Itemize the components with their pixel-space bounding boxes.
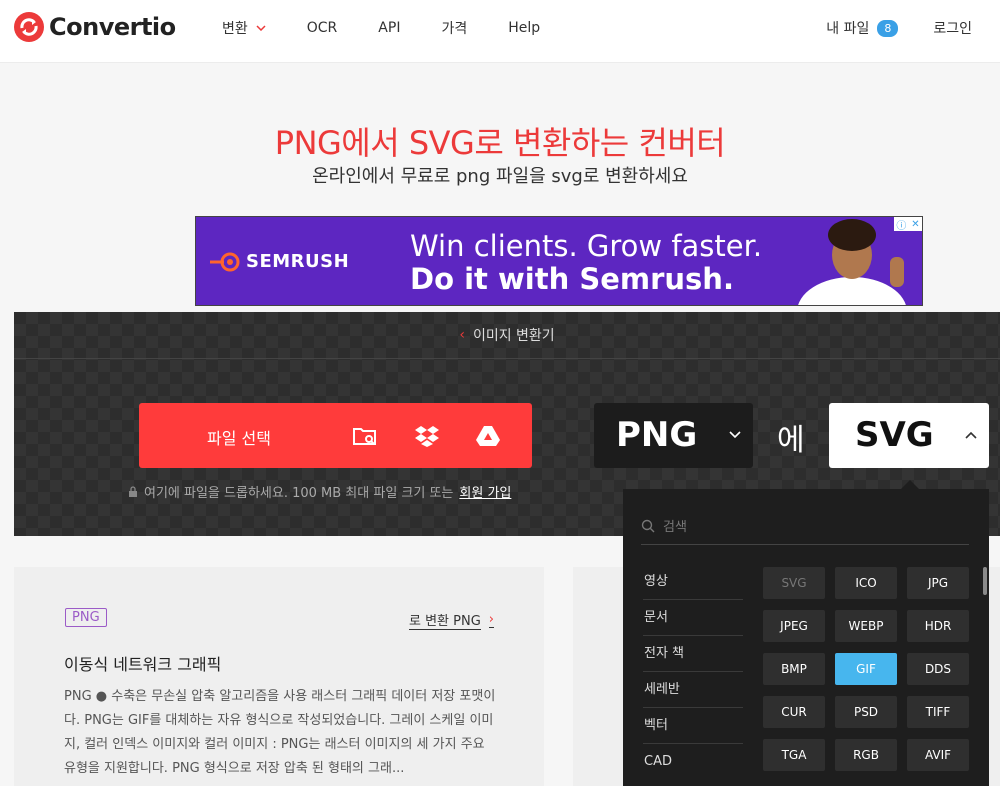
top-header: Convertio 변환 OCR API 가격 Help 내 파일 8 로그인 xyxy=(0,0,1000,63)
ad-headline: Win clients. Grow faster. xyxy=(410,229,763,263)
nav-pricing[interactable]: 가격 xyxy=(441,18,467,38)
chevron-up-icon xyxy=(965,431,977,439)
format-option[interactable]: AVIF xyxy=(907,739,969,771)
nav-api[interactable]: API xyxy=(378,20,400,36)
search-icon xyxy=(641,519,655,532)
breadcrumb[interactable]: ‹ 이미지 변환기 xyxy=(14,312,1000,359)
target-format-select[interactable]: SVG xyxy=(829,403,989,468)
category-item[interactable]: 영상 xyxy=(643,564,743,600)
lock-icon xyxy=(129,486,137,497)
ad-close-button[interactable]: ⓘ ✕ xyxy=(894,217,922,232)
format-option[interactable]: DDS xyxy=(907,653,969,685)
my-files-link[interactable]: 내 파일 8 xyxy=(826,18,899,38)
convert-to-label: 로 변환 PNG xyxy=(409,610,481,630)
dropdown-scrollbar[interactable] xyxy=(983,567,987,595)
brand-name: Convertio xyxy=(49,13,176,41)
target-format-value: SVG xyxy=(855,415,934,455)
category-item[interactable]: CAD xyxy=(643,744,743,780)
chevron-down-icon xyxy=(256,25,266,31)
folder-search-icon[interactable] xyxy=(351,422,379,450)
format-option[interactable]: JPG xyxy=(907,567,969,599)
category-item[interactable]: 벡터 xyxy=(643,708,743,744)
nav-convert-label: 변환 xyxy=(222,21,248,37)
chevron-down-icon xyxy=(729,431,741,439)
format-option[interactable]: ICO xyxy=(835,567,897,599)
ad-tagline: Do it with Semrush. xyxy=(410,262,734,296)
dropbox-icon[interactable] xyxy=(413,422,441,450)
format-option[interactable]: TGA xyxy=(763,739,825,771)
format-dropdown: 검색 영상 문서 전자 책 세레반 벡터 CAD SVG ICO JPG JPE… xyxy=(623,489,989,786)
format-option-selected[interactable]: GIF xyxy=(835,653,897,685)
format-option[interactable]: PSD xyxy=(835,696,897,728)
close-icon: ✕ xyxy=(911,218,920,230)
dropdown-caret xyxy=(901,480,919,489)
ad-brand-name: SEMRUSH xyxy=(246,251,350,272)
ad-brand: SEMRUSH xyxy=(210,251,349,272)
format-option[interactable]: BMP xyxy=(763,653,825,685)
nav-help[interactable]: Help xyxy=(508,20,540,36)
semrush-logo-icon xyxy=(210,252,240,271)
to-connector: 에 xyxy=(777,423,805,458)
page-subtitle: 온라인에서 무료로 png 파일을 svg로 변환하세요 xyxy=(312,166,688,187)
main-nav: 변환 OCR API 가격 Help xyxy=(222,0,581,56)
source-format-value: PNG xyxy=(616,415,698,455)
format-description: PNG ● 수축은 무손실 압축 알고리즘을 사용 래스터 그래픽 데이터 저장… xyxy=(64,689,496,776)
choose-file-label: 파일 선택 xyxy=(207,429,271,448)
format-option[interactable]: JPEG xyxy=(763,610,825,642)
format-option[interactable]: HDR xyxy=(907,610,969,642)
drop-hint: 여기에 파일을 드롭하세요. 100 MB 최대 파일 크기 또는 회원 가입 xyxy=(128,482,511,501)
convert-to-link[interactable]: 로 변환 PNG › xyxy=(409,610,494,630)
signup-link[interactable]: 회원 가입 xyxy=(459,482,511,501)
nav-convert[interactable]: 변환 xyxy=(222,18,266,38)
search-placeholder: 검색 xyxy=(663,520,687,535)
format-option[interactable]: CUR xyxy=(763,696,825,728)
chevron-right-icon: › xyxy=(488,612,494,628)
category-item[interactable]: 문서 xyxy=(643,600,743,636)
breadcrumb-label: 이미지 변환기 xyxy=(472,328,555,344)
format-title: 이동식 네트워크 그래픽 xyxy=(64,655,222,674)
file-count-badge: 8 xyxy=(877,19,899,37)
format-option[interactable]: RGB xyxy=(835,739,897,771)
format-tag: PNG xyxy=(65,608,107,627)
nav-ocr[interactable]: OCR xyxy=(307,20,338,36)
format-option[interactable]: WEBP xyxy=(835,610,897,642)
brand-logo[interactable]: Convertio xyxy=(13,11,176,43)
format-option: SVG xyxy=(763,567,825,599)
chevron-left-icon: ‹ xyxy=(459,327,465,343)
login-link[interactable]: 로그인 xyxy=(933,18,972,38)
page-title: PNG에서 SVG로 변환하는 컨버터 xyxy=(274,124,726,162)
user-nav: 내 파일 8 로그인 xyxy=(826,0,972,56)
drop-hint-text: 여기에 파일을 드롭하세요. 100 MB 최대 파일 크기 또는 xyxy=(144,486,454,501)
convertio-logo-icon xyxy=(14,12,44,42)
my-files-label: 내 파일 xyxy=(826,21,870,37)
category-item[interactable]: 전자 책 xyxy=(643,636,743,672)
source-format-select[interactable]: PNG xyxy=(594,403,753,468)
format-grid: SVG ICO JPG JPEG WEBP HDR BMP GIF DDS CU… xyxy=(763,567,969,771)
category-item[interactable]: 세레반 xyxy=(643,672,743,708)
format-search-input[interactable]: 검색 xyxy=(641,507,969,545)
format-categories: 영상 문서 전자 책 세레반 벡터 CAD xyxy=(643,564,743,780)
format-info-card: PNG 로 변환 PNG › 이동식 네트워크 그래픽 PNG ● 수축은 무손… xyxy=(14,567,544,786)
format-option[interactable]: TIFF xyxy=(907,696,969,728)
ad-info-icon: ⓘ xyxy=(896,220,907,232)
google-drive-icon[interactable] xyxy=(474,422,502,450)
choose-file-button[interactable]: 파일 선택 xyxy=(139,403,532,468)
ad-banner[interactable]: SEMRUSH Win clients. Grow faster. Do it … xyxy=(195,216,923,306)
